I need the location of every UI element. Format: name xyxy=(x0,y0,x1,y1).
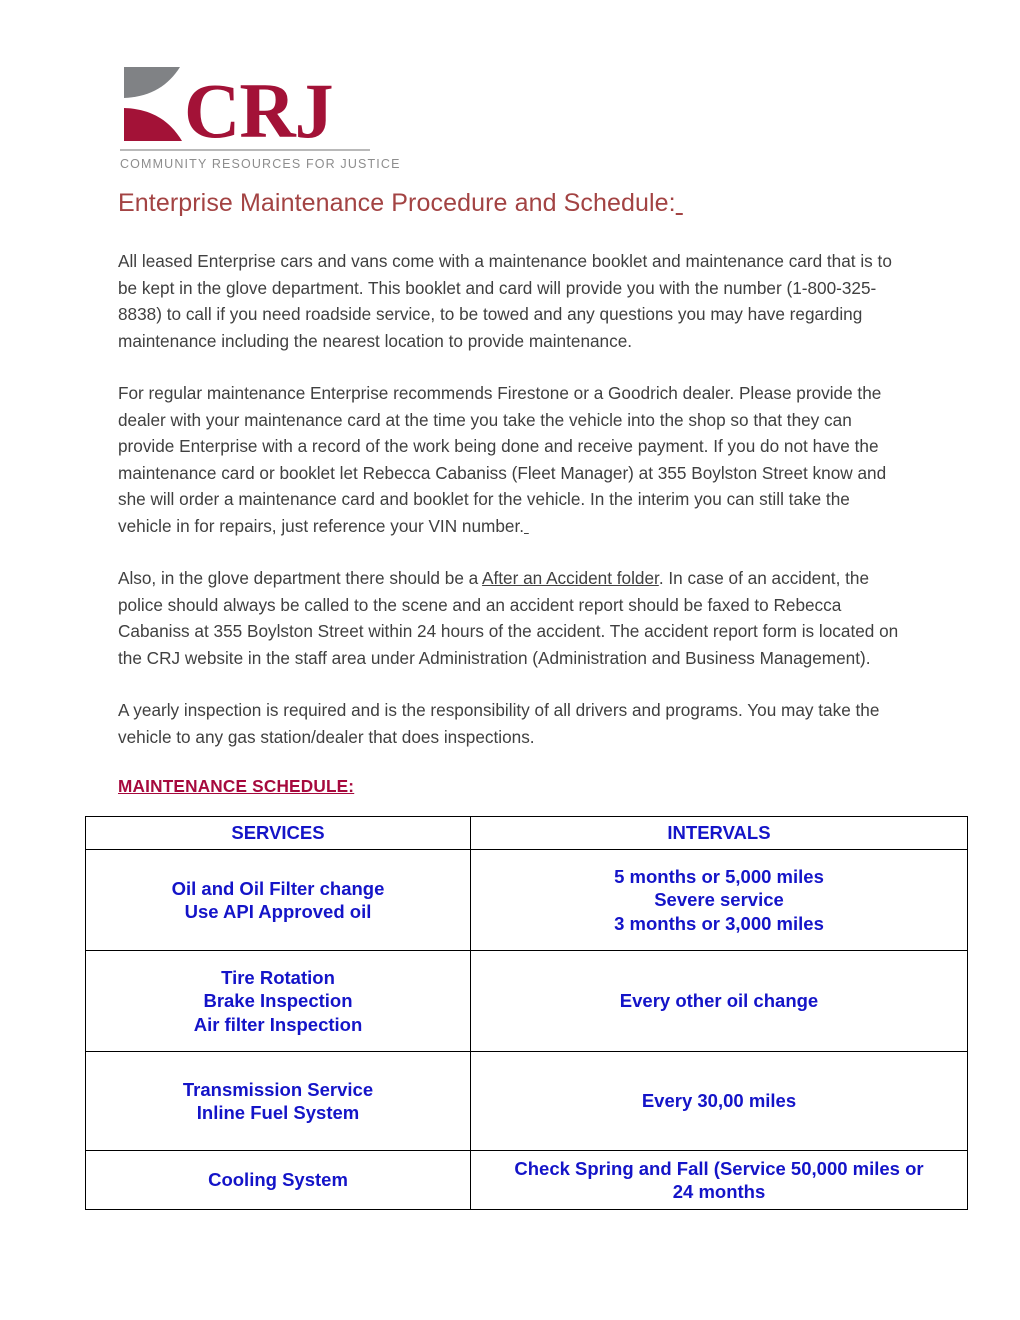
table-cell-intervals: Every other oil change xyxy=(470,950,968,1052)
paragraph-intro: All leased Enterprise cars and vans come… xyxy=(118,251,892,351)
table-cell-services: Oil and Oil Filter change Use API Approv… xyxy=(85,849,471,951)
cell-line: Cooling System xyxy=(208,1169,348,1191)
paragraph-yearly-inspection: A yearly inspection is required and is t… xyxy=(118,700,880,747)
table-cell-services: Cooling System xyxy=(85,1150,471,1210)
document-body: Enterprise Maintenance Procedure and Sch… xyxy=(118,188,908,823)
table-cell-intervals: Check Spring and Fall (Service 50,000 mi… xyxy=(470,1150,968,1210)
logo-row: CRJ xyxy=(120,58,385,155)
cell-line: Severe service xyxy=(654,889,784,911)
cell-line: 5 months or 5,000 miles xyxy=(614,865,824,887)
cell-line: Use API Approved oil xyxy=(184,901,372,922)
paragraph-regular-maintenance: For regular maintenance Enterprise recom… xyxy=(118,380,908,539)
cell-line: 3 months or 3,000 miles xyxy=(614,912,824,934)
table-cell-intervals: 5 months or 5,000 miles Severe service 3… xyxy=(470,849,968,951)
cell-line: Check Spring and Fall (Service 50,000 mi… xyxy=(514,1157,924,1179)
cell-line: Inline Fuel System xyxy=(196,1102,360,1123)
cell-line: Oil and Oil Filter change xyxy=(171,877,385,899)
table-cell-intervals: Every 30,00 miles xyxy=(470,1051,968,1151)
cell-line: Transmission Service xyxy=(182,1078,374,1100)
table-row: Tire Rotation Brake Inspection Air filte… xyxy=(85,950,968,1052)
table-header-intervals: INTERVALS xyxy=(470,816,968,850)
cell-line: Tire Rotation xyxy=(221,966,335,988)
logo-tagline: COMMUNITY RESOURCES FOR JUSTICE xyxy=(120,157,401,171)
maintenance-schedule-heading: MAINTENANCE SCHEDULE: xyxy=(118,776,355,796)
cell-line: 24 months xyxy=(672,1181,766,1202)
table-cell-services: Tire Rotation Brake Inspection Air filte… xyxy=(85,950,471,1052)
paragraph-accident: Also, in the glove department there shou… xyxy=(118,565,908,671)
table-row: Cooling System Check Spring and Fall (Se… xyxy=(85,1150,968,1210)
page-title: Enterprise Maintenance Procedure and Sch… xyxy=(118,188,908,218)
maintenance-schedule-table: SERVICES INTERVALS Oil and Oil Filter ch… xyxy=(85,816,968,1210)
title-trailing-underline xyxy=(676,189,683,217)
table-row: Oil and Oil Filter change Use API Approv… xyxy=(85,849,968,951)
cell-line: Every other oil change xyxy=(619,990,819,1012)
cell-line: Every 30,00 miles xyxy=(641,1090,797,1112)
table-header-row: SERVICES INTERVALS xyxy=(85,816,968,850)
cell-line: Air filter Inspection xyxy=(193,1013,363,1035)
cell-line: Brake Inspection xyxy=(203,990,353,1012)
accident-text-before: Also, in the glove department there shou… xyxy=(118,568,483,588)
paragraph-regular-maintenance-text: For regular maintenance Enterprise recom… xyxy=(118,383,887,536)
after-an-accident-folder-underlined: After an Accident folder xyxy=(482,568,659,588)
crj-logo-mark-icon xyxy=(120,64,186,144)
table-row: Transmission Service Inline Fuel System … xyxy=(85,1051,968,1151)
document-page: CRJ COMMUNITY RESOURCES FOR JUSTICE Ente… xyxy=(0,0,1020,1320)
logo-wordmark: CRJ xyxy=(184,67,334,155)
maintenance-schedule-table-wrapper: SERVICES INTERVALS Oil and Oil Filter ch… xyxy=(85,816,968,1210)
page-title-text: Enterprise Maintenance Procedure and Sch… xyxy=(118,189,676,217)
table-cell-services: Transmission Service Inline Fuel System xyxy=(85,1051,471,1151)
paragraph-trailing-underline xyxy=(524,516,529,536)
table-header-services: SERVICES xyxy=(85,816,471,850)
crj-logo: CRJ COMMUNITY RESOURCES FOR JUSTICE xyxy=(120,58,401,171)
